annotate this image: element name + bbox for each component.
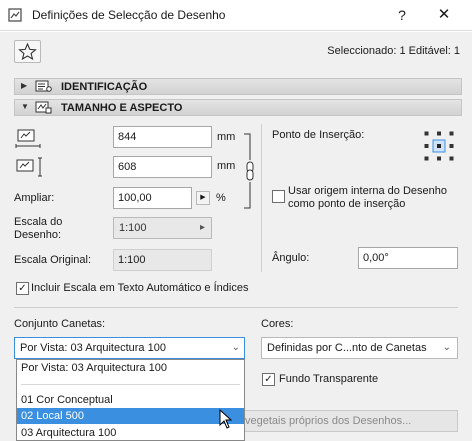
- angle-field[interactable]: 0,00°: [358, 247, 458, 269]
- expanded-arrow-icon: ▼: [21, 102, 29, 111]
- drawing-scale-label-line1: Escala do: [14, 216, 63, 228]
- drawing-scale-select[interactable]: 1:100 ▸: [113, 217, 212, 239]
- chevron-down-icon: ⌄: [231, 342, 240, 353]
- drawing-scale-label-line2: Desenho:: [14, 229, 62, 241]
- colors-label: Cores:: [261, 318, 294, 330]
- dropdown-option[interactable]: 01 Cor Conceptual: [17, 392, 244, 408]
- collapsed-arrow-icon: ▶: [21, 81, 28, 90]
- panel-identification-label: IDENTIFICAÇÃO: [61, 81, 148, 93]
- favorites-button[interactable]: [14, 40, 41, 63]
- original-scale-label: Escala Original:: [14, 254, 92, 266]
- pen-set-select[interactable]: Por Vista: 03 Arquitectura 100 ⌄: [14, 337, 245, 359]
- panel-size-header[interactable]: ▼ TAMANHO E ASPECTO: [14, 99, 462, 116]
- window-title: Definições de Selecção de Desenho: [32, 8, 226, 22]
- transparent-bg-checkbox[interactable]: ✓: [262, 373, 275, 386]
- dropdown-option[interactable]: Por Vista: 03 Arquitectura 100: [17, 360, 244, 376]
- transparent-bg-label: Fundo Transparente: [279, 373, 379, 385]
- close-button[interactable]: ✕: [432, 4, 456, 26]
- vegetation-button[interactable]: vegetais próprios dos Desenhos...: [230, 410, 458, 432]
- help-button[interactable]: ?: [390, 4, 414, 26]
- width-field[interactable]: 844: [113, 126, 212, 148]
- column-divider: [261, 124, 262, 272]
- insertion-point-label: Ponto de Inserção:: [272, 129, 365, 141]
- magnify-step-button[interactable]: ▶: [196, 191, 210, 205]
- app-icon: [8, 8, 22, 22]
- proportion-chain-icon[interactable]: [242, 132, 258, 210]
- drawing-scale-value: 1:100: [119, 222, 147, 234]
- width-icon: [15, 129, 41, 148]
- angle-label: Ângulo:: [272, 252, 310, 264]
- dropdown-option-highlighted[interactable]: 02 Local 500: [17, 408, 244, 424]
- mouse-cursor-icon: [219, 409, 233, 429]
- use-origin-label-line2: como ponto de inserção: [288, 198, 406, 210]
- panel-size-label: TAMANHO E ASPECTO: [61, 102, 183, 114]
- magnify-label: Ampliar:: [14, 192, 55, 204]
- section-separator: [14, 307, 458, 308]
- star-icon: [18, 42, 37, 61]
- use-origin-checkbox[interactable]: [272, 190, 285, 203]
- width-unit: mm: [217, 131, 236, 143]
- pen-set-dropdown-list: Por Vista: 03 Arquitectura 100 01 Cor Co…: [16, 359, 245, 441]
- chevron-right-icon: ▸: [199, 222, 205, 233]
- original-scale-field: 1:100: [113, 249, 212, 271]
- chevron-down-icon: ⌄: [442, 342, 451, 353]
- magnify-field[interactable]: 100,00: [113, 187, 192, 209]
- magnify-unit: %: [216, 192, 226, 204]
- height-field[interactable]: 608: [113, 156, 212, 178]
- use-origin-label-line1: Usar origem interna do Desenho: [288, 185, 447, 197]
- colors-value: Definidas por C...nto de Canetas: [267, 342, 427, 354]
- title-bar: Definições de Selecção de Desenho ? ✕: [0, 0, 472, 31]
- height-icon: [16, 157, 42, 177]
- size-panel-icon: [35, 101, 52, 114]
- panel-identification-header[interactable]: ▶ IDENTIFICAÇÃO: [14, 78, 462, 95]
- colors-select[interactable]: Definidas por C...nto de Canetas ⌄: [261, 337, 458, 359]
- include-scale-label: Incluir Escala em Texto Automático e Índ…: [31, 282, 249, 294]
- include-scale-checkbox[interactable]: ✓: [16, 282, 29, 295]
- selection-info: Seleccionado: 1 Editável: 1: [327, 45, 460, 57]
- dropdown-option[interactable]: 03 Arquitectura 100: [17, 425, 244, 441]
- height-unit: mm: [217, 160, 236, 172]
- pen-set-value: Por Vista: 03 Arquitectura 100: [20, 342, 166, 354]
- identification-panel-icon: [35, 80, 52, 92]
- insertion-point-grid-icon[interactable]: [424, 131, 454, 161]
- pen-set-label: Conjunto Canetas:: [14, 318, 106, 330]
- dropdown-divider: [21, 384, 240, 385]
